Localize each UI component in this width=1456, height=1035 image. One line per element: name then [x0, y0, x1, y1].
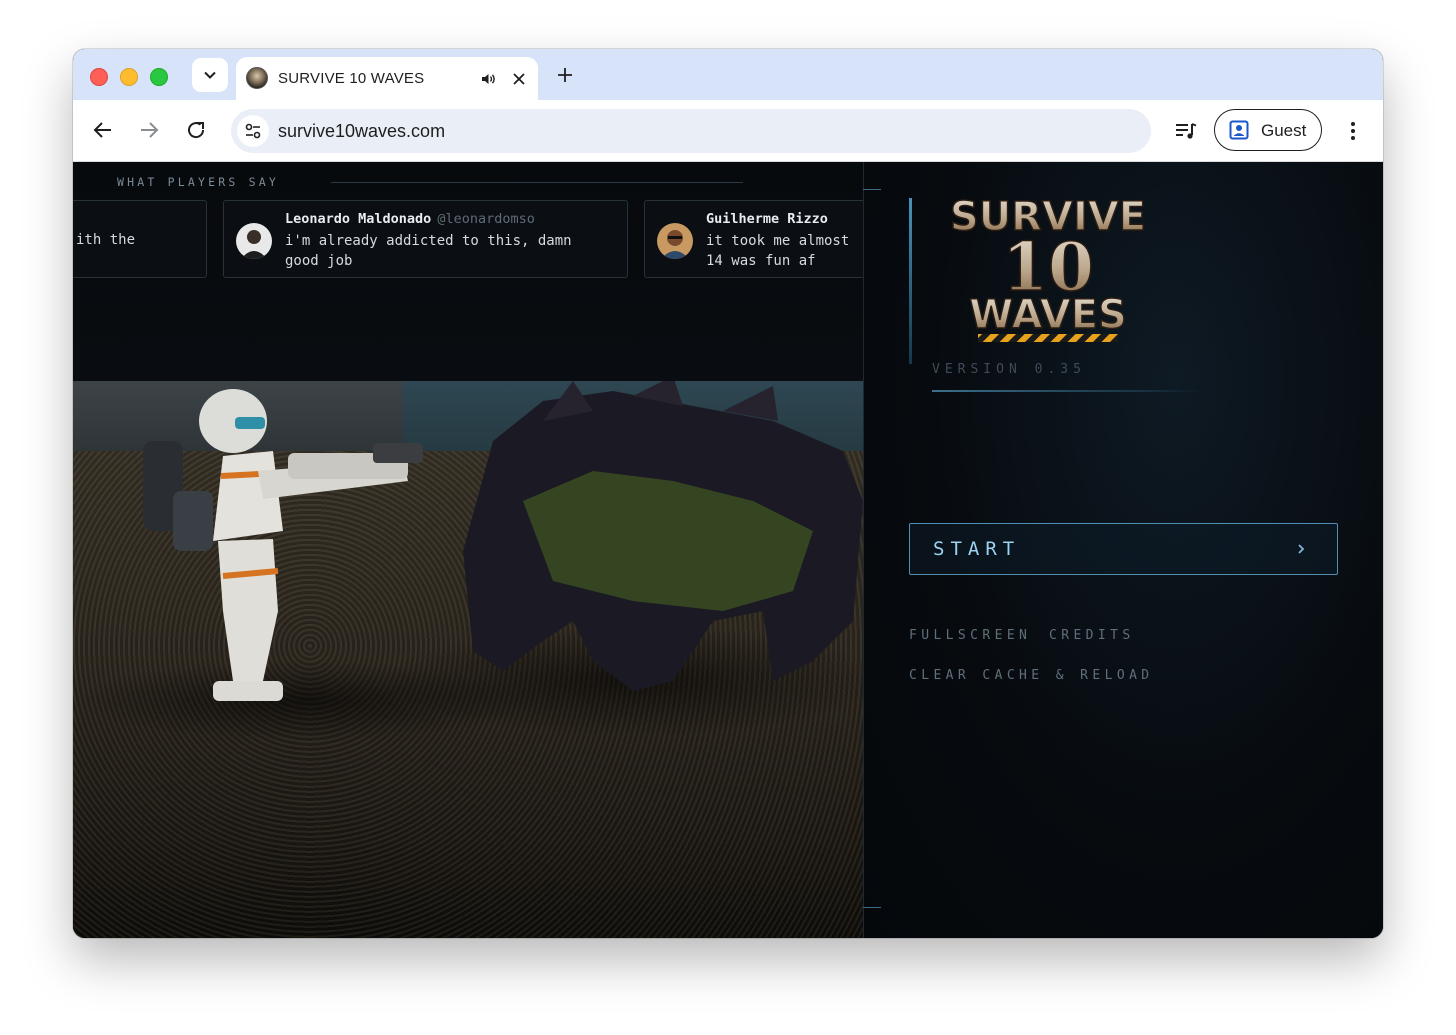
tune-icon: [245, 123, 261, 139]
more-menu-icon[interactable]: [1341, 119, 1365, 143]
review-card: ith the: [73, 200, 207, 278]
reviews-heading: WHAT PLAYERS SAY: [117, 175, 279, 189]
credits-link[interactable]: CREDITS: [1049, 628, 1135, 643]
game-scene: [73, 381, 863, 938]
svg-text:WAVES: WAVES: [969, 292, 1127, 338]
review-card: Leonardo Maldonado @leonardomso i'm alrea…: [223, 200, 628, 278]
plus-icon[interactable]: [553, 63, 577, 87]
review-text: it took me almost 14 was fun af: [706, 233, 850, 269]
version-label: VERSION 0.35: [932, 362, 1086, 377]
main-menu-panel: SURVIVE 10 WAVES VERSION 0.35 START FULL…: [864, 162, 1383, 938]
divider-tick-bottom: [863, 907, 881, 908]
divider-tick-top: [863, 189, 881, 190]
reviewer-name: Guilherme Rizzo: [706, 211, 828, 227]
monster: [463, 381, 863, 691]
reload-icon[interactable]: [184, 118, 208, 142]
avatar: [236, 223, 272, 259]
chevron-right-icon: [1298, 544, 1305, 554]
address-bar[interactable]: survive10waves.com: [231, 109, 1151, 153]
url-text: survive10waves.com: [278, 121, 446, 141]
close-icon[interactable]: [510, 70, 528, 88]
soldier: [143, 389, 423, 701]
profile-label: Guest: [1261, 121, 1307, 140]
review-text: ith the: [76, 232, 136, 248]
profile-button[interactable]: Guest: [1214, 109, 1322, 151]
panel-divider: [863, 162, 864, 938]
reviewer-name: Leonardo Maldonado @leonardomso: [285, 211, 535, 227]
tab-active[interactable]: SURVIVE 10 WAVES: [236, 57, 538, 101]
close-window-button[interactable]: [90, 68, 108, 86]
speaker-icon[interactable]: [479, 70, 497, 88]
back-arrow-icon[interactable]: [91, 118, 115, 142]
logo-accent-bar: [909, 198, 912, 364]
tab-strip: SURVIVE 10 WAVES: [73, 49, 1383, 101]
profile-icon: [1229, 120, 1249, 140]
minimize-window-button[interactable]: [120, 68, 138, 86]
site-info-button[interactable]: [237, 115, 269, 147]
media-controls-icon[interactable]: [1173, 118, 1199, 144]
reviews-area: WHAT PLAYERS SAY ith the Leonardo Maldon…: [73, 162, 874, 381]
chevron-down-icon: [204, 71, 216, 79]
tab-search-button[interactable]: [192, 58, 228, 92]
browser-window: SURVIVE 10 WAVES survive10waves.com Gues…: [73, 49, 1383, 938]
heading-divider: [331, 182, 743, 183]
game-logo: SURVIVE 10 WAVES: [949, 193, 1147, 342]
review-card: Guilherme Rizzo it took me almost 14 was…: [644, 200, 874, 278]
avatar: [657, 223, 693, 259]
clear-cache-reload-link[interactable]: CLEAR CACHE & RELOAD: [909, 668, 1154, 683]
fullscreen-link[interactable]: FULLSCREEN: [909, 628, 1031, 643]
reviewer-handle: @leonardomso: [437, 211, 535, 227]
version-divider: [932, 390, 1202, 392]
start-label: START: [933, 538, 1021, 560]
forward-arrow-icon[interactable]: [137, 118, 161, 142]
tab-title: SURVIVE 10 WAVES: [278, 70, 425, 87]
zoom-window-button[interactable]: [150, 68, 168, 86]
start-button[interactable]: START: [909, 523, 1338, 575]
browser-toolbar: survive10waves.com Guest: [73, 100, 1383, 162]
review-text: i'm already addicted to this, damn good …: [285, 233, 572, 269]
game-page: WHAT PLAYERS SAY ith the Leonardo Maldon…: [73, 162, 1383, 938]
scene-illustration: [73, 381, 863, 741]
game-logo-icon: [246, 67, 268, 89]
